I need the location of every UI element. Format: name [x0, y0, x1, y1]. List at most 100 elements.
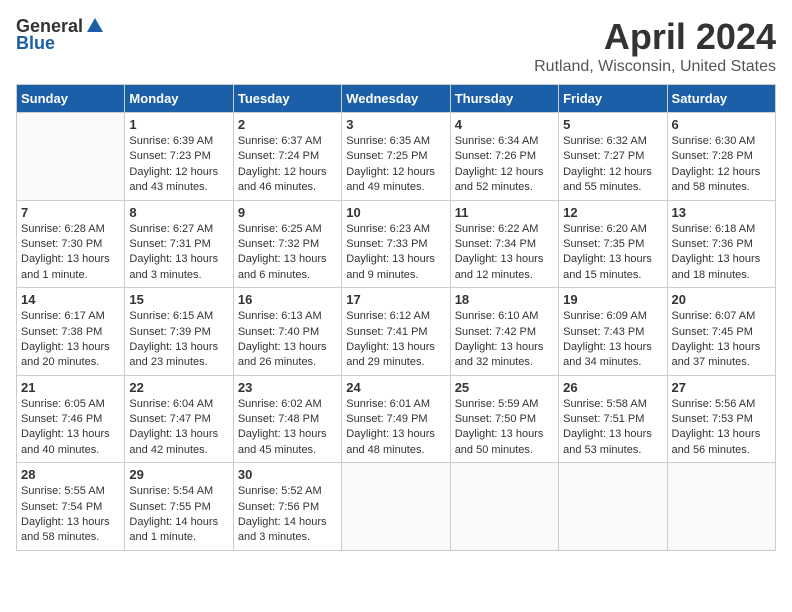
day-number: 19 [563, 292, 662, 307]
calendar-day-header: Friday [559, 85, 667, 113]
day-number: 3 [346, 117, 445, 132]
day-info: Sunrise: 6:10 AM Sunset: 7:42 PM Dayligh… [455, 309, 554, 371]
day-info: Sunrise: 6:22 AM Sunset: 7:34 PM Dayligh… [455, 222, 554, 284]
calendar-header-row: SundayMondayTuesdayWednesdayThursdayFrid… [17, 85, 776, 113]
day-number: 28 [21, 467, 120, 482]
calendar-cell: 9 Sunrise: 6:25 AM Sunset: 7:32 PM Daylig… [233, 200, 341, 288]
page-header: General Blue April 2024 Rutland, Wiscons… [16, 16, 776, 76]
calendar-cell: 15Sunrise: 6:15 AM Sunset: 7:39 PM Dayli… [125, 288, 233, 376]
calendar-cell: 2 Sunrise: 6:37 AM Sunset: 7:24 PM Daylig… [233, 113, 341, 201]
day-number: 22 [129, 380, 228, 395]
calendar-cell: 8 Sunrise: 6:27 AM Sunset: 7:31 PM Daylig… [125, 200, 233, 288]
day-number: 14 [21, 292, 120, 307]
calendar-cell: 24 Sunrise: 6:01 AM Sunset: 7:49 PM Dayli… [342, 375, 450, 463]
day-number: 29 [129, 467, 228, 482]
calendar-cell: 30 Sunrise: 5:52 AM Sunset: 7:56 PM Dayli… [233, 463, 341, 551]
day-info: Sunrise: 6:01 AM Sunset: 7:49 PM Dayligh… [346, 397, 445, 459]
calendar-cell: 11Sunrise: 6:22 AM Sunset: 7:34 PM Dayli… [450, 200, 558, 288]
day-number: 10 [346, 205, 445, 220]
day-info: Sunrise: 6:13 AM Sunset: 7:40 PM Dayligh… [238, 309, 337, 371]
day-number: 17 [346, 292, 445, 307]
logo: General Blue [16, 16, 105, 54]
calendar-cell: 20 Sunrise: 6:07 AM Sunset: 7:45 PM Dayli… [667, 288, 775, 376]
calendar-cell: 28 Sunrise: 5:55 AM Sunset: 7:54 PM Dayli… [17, 463, 125, 551]
calendar-cell: 16Sunrise: 6:13 AM Sunset: 7:40 PM Dayli… [233, 288, 341, 376]
calendar-week-row: 21 Sunrise: 6:05 AM Sunset: 7:46 PM Dayli… [17, 375, 776, 463]
location-subtitle: Rutland, Wisconsin, United States [534, 58, 776, 76]
day-number: 12 [563, 205, 662, 220]
day-info: Sunrise: 6:23 AM Sunset: 7:33 PM Dayligh… [346, 222, 445, 284]
calendar-cell: 22 Sunrise: 6:04 AM Sunset: 7:47 PM Dayli… [125, 375, 233, 463]
day-number: 23 [238, 380, 337, 395]
logo-blue-text: Blue [16, 33, 55, 54]
day-number: 5 [563, 117, 662, 132]
day-number: 24 [346, 380, 445, 395]
day-number: 20 [672, 292, 771, 307]
day-info: Sunrise: 6:25 AM Sunset: 7:32 PM Dayligh… [238, 222, 337, 284]
calendar-cell: 25 Sunrise: 5:59 AM Sunset: 7:50 PM Dayli… [450, 375, 558, 463]
day-number: 15 [129, 292, 228, 307]
day-info: Sunrise: 5:56 AM Sunset: 7:53 PM Dayligh… [672, 397, 771, 459]
day-info: Sunrise: 6:05 AM Sunset: 7:46 PM Dayligh… [21, 397, 120, 459]
day-info: Sunrise: 6:07 AM Sunset: 7:45 PM Dayligh… [672, 309, 771, 371]
calendar-cell [342, 463, 450, 551]
day-info: Sunrise: 5:52 AM Sunset: 7:56 PM Dayligh… [238, 484, 337, 546]
day-number: 7 [21, 205, 120, 220]
day-number: 18 [455, 292, 554, 307]
calendar-day-header: Wednesday [342, 85, 450, 113]
calendar-week-row: 14 Sunrise: 6:17 AM Sunset: 7:38 PM Dayli… [17, 288, 776, 376]
day-info: Sunrise: 6:37 AM Sunset: 7:24 PM Dayligh… [238, 134, 337, 196]
month-year-title: April 2024 [534, 16, 776, 58]
calendar-week-row: 28 Sunrise: 5:55 AM Sunset: 7:54 PM Dayli… [17, 463, 776, 551]
calendar-cell: 29 Sunrise: 5:54 AM Sunset: 7:55 PM Dayli… [125, 463, 233, 551]
calendar-cell: 26Sunrise: 5:58 AM Sunset: 7:51 PM Dayli… [559, 375, 667, 463]
day-info: Sunrise: 5:55 AM Sunset: 7:54 PM Dayligh… [21, 484, 120, 546]
calendar-cell [559, 463, 667, 551]
day-info: Sunrise: 6:27 AM Sunset: 7:31 PM Dayligh… [129, 222, 228, 284]
day-number: 26 [563, 380, 662, 395]
day-info: Sunrise: 5:59 AM Sunset: 7:50 PM Dayligh… [455, 397, 554, 459]
calendar-cell: 10 Sunrise: 6:23 AM Sunset: 7:33 PM Dayli… [342, 200, 450, 288]
day-number: 13 [672, 205, 771, 220]
title-area: April 2024 Rutland, Wisconsin, United St… [534, 16, 776, 76]
calendar-cell [667, 463, 775, 551]
day-info: Sunrise: 6:12 AM Sunset: 7:41 PM Dayligh… [346, 309, 445, 371]
calendar-cell: 19 Sunrise: 6:09 AM Sunset: 7:43 PM Dayli… [559, 288, 667, 376]
calendar-day-header: Monday [125, 85, 233, 113]
day-info: Sunrise: 6:20 AM Sunset: 7:35 PM Dayligh… [563, 222, 662, 284]
calendar-cell [450, 463, 558, 551]
day-number: 1 [129, 117, 228, 132]
day-number: 25 [455, 380, 554, 395]
day-info: Sunrise: 6:17 AM Sunset: 7:38 PM Dayligh… [21, 309, 120, 371]
calendar-day-header: Saturday [667, 85, 775, 113]
calendar-cell: 4Sunrise: 6:34 AM Sunset: 7:26 PM Daylig… [450, 113, 558, 201]
calendar-cell: 13 Sunrise: 6:18 AM Sunset: 7:36 PM Dayli… [667, 200, 775, 288]
calendar-cell: 17 Sunrise: 6:12 AM Sunset: 7:41 PM Dayli… [342, 288, 450, 376]
day-info: Sunrise: 6:28 AM Sunset: 7:30 PM Dayligh… [21, 222, 120, 284]
day-number: 6 [672, 117, 771, 132]
day-info: Sunrise: 6:35 AM Sunset: 7:25 PM Dayligh… [346, 134, 445, 196]
day-number: 30 [238, 467, 337, 482]
day-number: 2 [238, 117, 337, 132]
day-info: Sunrise: 6:04 AM Sunset: 7:47 PM Dayligh… [129, 397, 228, 459]
calendar-cell: 21 Sunrise: 6:05 AM Sunset: 7:46 PM Dayli… [17, 375, 125, 463]
calendar-cell: 14 Sunrise: 6:17 AM Sunset: 7:38 PM Dayli… [17, 288, 125, 376]
day-info: Sunrise: 5:54 AM Sunset: 7:55 PM Dayligh… [129, 484, 228, 546]
calendar-cell: 7 Sunrise: 6:28 AM Sunset: 7:30 PM Daylig… [17, 200, 125, 288]
calendar-week-row: 1 Sunrise: 6:39 AM Sunset: 7:23 PM Daylig… [17, 113, 776, 201]
day-number: 21 [21, 380, 120, 395]
day-info: Sunrise: 6:39 AM Sunset: 7:23 PM Dayligh… [129, 134, 228, 196]
day-info: Sunrise: 6:02 AM Sunset: 7:48 PM Dayligh… [238, 397, 337, 459]
logo-arrow-icon [85, 16, 105, 36]
day-info: Sunrise: 6:34 AM Sunset: 7:26 PM Dayligh… [455, 134, 554, 196]
calendar-cell: 12 Sunrise: 6:20 AM Sunset: 7:35 PM Dayli… [559, 200, 667, 288]
calendar-cell: 5Sunrise: 6:32 AM Sunset: 7:27 PM Daylig… [559, 113, 667, 201]
day-number: 9 [238, 205, 337, 220]
day-info: Sunrise: 6:18 AM Sunset: 7:36 PM Dayligh… [672, 222, 771, 284]
calendar-cell: 23 Sunrise: 6:02 AM Sunset: 7:48 PM Dayli… [233, 375, 341, 463]
calendar-cell: 27Sunrise: 5:56 AM Sunset: 7:53 PM Dayli… [667, 375, 775, 463]
day-number: 8 [129, 205, 228, 220]
day-info: Sunrise: 6:09 AM Sunset: 7:43 PM Dayligh… [563, 309, 662, 371]
calendar-cell: 6Sunrise: 6:30 AM Sunset: 7:28 PM Daylig… [667, 113, 775, 201]
calendar-day-header: Tuesday [233, 85, 341, 113]
